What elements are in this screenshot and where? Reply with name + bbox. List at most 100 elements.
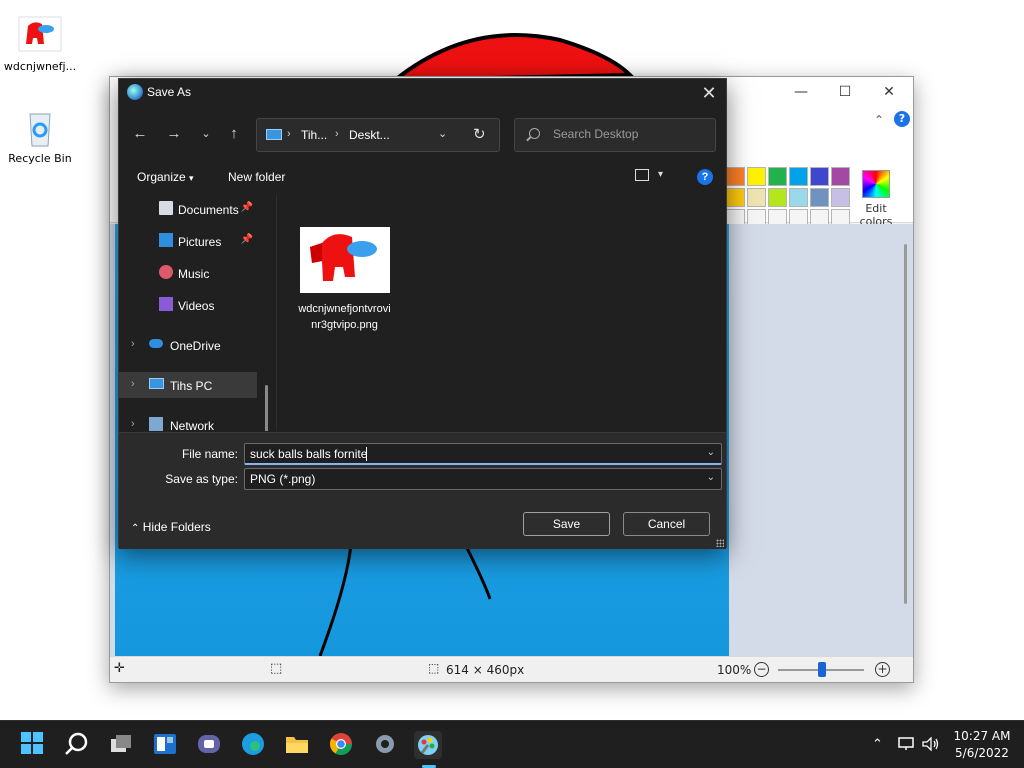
color-swatch[interactable]: [831, 188, 850, 207]
save-as-type-dropdown-icon[interactable]: ⌄: [707, 472, 715, 483]
nav-item-music[interactable]: Music: [119, 260, 257, 286]
file-name-label: File name:: [181, 447, 238, 461]
expand-chevron-icon[interactable]: ›: [131, 338, 135, 350]
breadcrumb-this-pc[interactable]: Tih...: [301, 128, 327, 142]
view-dropdown-icon[interactable]: ▾: [658, 169, 663, 180]
color-swatch[interactable]: [726, 188, 745, 207]
onedrive-cloud-icon: [149, 339, 163, 348]
expand-chevron-icon[interactable]: ›: [131, 378, 135, 390]
search-input[interactable]: [553, 127, 708, 141]
image-dimensions: 614 × 460px: [446, 663, 525, 677]
help-icon[interactable]: ?: [697, 169, 713, 185]
videos-icon: [159, 297, 173, 311]
teams-chat-icon[interactable]: [196, 731, 224, 759]
zoom-slider-thumb[interactable]: [818, 662, 826, 677]
desktop-icon-image-file[interactable]: wdcnjwnefj...: [0, 16, 80, 73]
color-swatch[interactable]: [810, 188, 829, 207]
organize-button[interactable]: Organize ▾: [137, 170, 194, 184]
save-as-type-select[interactable]: PNG (*.png) ⌄: [244, 468, 722, 490]
nav-item-pictures[interactable]: Pictures 📌: [119, 228, 257, 254]
zoom-level: 100%: [717, 663, 752, 677]
up-arrow-icon[interactable]: ↑: [223, 123, 245, 145]
hide-folders-button[interactable]: ⌃ Hide Folders: [131, 520, 211, 534]
edge-browser-icon[interactable]: [240, 731, 268, 759]
desktop-icon-recycle-bin[interactable]: Recycle Bin: [0, 108, 80, 165]
refresh-icon[interactable]: ↻: [473, 125, 486, 143]
address-dropdown-icon[interactable]: ⌄: [438, 127, 447, 140]
show-hidden-icons-chevron-icon[interactable]: ⌃: [872, 737, 883, 752]
desktop-icon-label: Recycle Bin: [8, 152, 72, 165]
nav-item-label: Tihs PC: [170, 379, 213, 393]
paint-app-icon[interactable]: [414, 731, 442, 759]
system-clock[interactable]: 10:27 AM 5/6/2022: [948, 728, 1016, 762]
view-options-icon[interactable]: [635, 169, 649, 181]
chevron-up-icon: ⌃: [131, 523, 140, 534]
file-explorer-icon[interactable]: [284, 731, 312, 759]
edit-colors-button[interactable]: Edit colors: [854, 167, 898, 228]
chrome-browser-icon[interactable]: [328, 731, 356, 759]
back-arrow-icon[interactable]: ←: [129, 123, 151, 145]
task-view-icon[interactable]: [108, 731, 136, 759]
file-name-value: suck balls balls fornite: [250, 447, 368, 461]
color-swatch[interactable]: [810, 167, 829, 186]
desktop-icon-label: wdcnjwnefj...: [3, 60, 77, 73]
color-swatch[interactable]: [726, 167, 745, 186]
command-bar: Organize ▾ New folder ▾ ?: [119, 163, 726, 191]
color-swatch[interactable]: [789, 167, 808, 186]
color-swatch[interactable]: [789, 188, 808, 207]
recent-locations-chevron-icon[interactable]: ⌄: [195, 123, 217, 145]
nav-item-this-pc[interactable]: › Tihs PC: [119, 372, 257, 398]
settings-gear-icon[interactable]: [372, 731, 400, 759]
nav-item-documents[interactable]: Documents 📌: [119, 196, 257, 222]
close-button[interactable]: ✕: [874, 81, 904, 103]
maximize-button[interactable]: ☐: [830, 81, 860, 103]
nav-item-videos[interactable]: Videos: [119, 292, 257, 318]
color-swatch[interactable]: [768, 188, 787, 207]
desktop: wdcnjwnefj... Recycle Bin — ☐ ✕ ⌃ ? Edit…: [0, 0, 1024, 720]
expand-chevron-icon[interactable]: ›: [131, 418, 135, 430]
nav-item-label: OneDrive: [170, 339, 221, 353]
zoom-out-button[interactable]: −: [754, 662, 769, 677]
search-box[interactable]: [514, 118, 716, 152]
organize-label: Organize: [137, 170, 186, 184]
minimize-button[interactable]: —: [786, 81, 816, 103]
address-bar[interactable]: › Tih... › Deskt... ⌄ ↻: [256, 118, 500, 152]
save-as-type-value: PNG (*.png): [250, 472, 316, 486]
vertical-scrollbar[interactable]: [904, 244, 907, 604]
pictures-icon: [159, 233, 173, 247]
navigation-pane: Documents 📌 Pictures 📌 Music Videos › On…: [119, 195, 269, 431]
nav-item-onedrive[interactable]: › OneDrive: [119, 332, 257, 358]
resize-grip-icon[interactable]: [716, 539, 724, 547]
network-status-icon[interactable]: [898, 737, 914, 755]
search-icon: [529, 128, 540, 139]
file-item[interactable]: wdcnjwnefjontvrovinr3gtvipo.png: [297, 227, 392, 333]
volume-icon[interactable]: [922, 736, 940, 755]
forward-arrow-icon[interactable]: →: [163, 123, 185, 145]
breadcrumb-desktop[interactable]: Deskt...: [349, 128, 390, 142]
network-icon: [149, 417, 163, 431]
color-swatch[interactable]: [831, 167, 850, 186]
cancel-button[interactable]: Cancel: [623, 512, 710, 536]
file-name-input[interactable]: suck balls balls fornite ⌄: [244, 443, 722, 465]
widgets-icon[interactable]: [152, 731, 180, 759]
navigation-pane-scrollbar[interactable]: [265, 385, 268, 431]
save-button[interactable]: Save: [523, 512, 610, 536]
nav-item-label: Documents: [178, 203, 239, 217]
dialog-titlebar: Save As ✕: [119, 79, 726, 107]
this-pc-icon: [149, 378, 164, 389]
nav-item-network[interactable]: › Network: [119, 412, 257, 431]
color-swatch[interactable]: [747, 188, 766, 207]
zoom-in-button[interactable]: +: [875, 662, 890, 677]
search-icon[interactable]: [64, 731, 92, 759]
color-swatch[interactable]: [747, 167, 766, 186]
start-windows-icon[interactable]: [20, 731, 48, 759]
new-folder-button[interactable]: New folder: [228, 170, 285, 184]
color-swatch[interactable]: [768, 167, 787, 186]
close-dialog-button[interactable]: ✕: [696, 80, 722, 106]
clock-time: 10:27 AM: [953, 729, 1011, 743]
help-icon[interactable]: ?: [894, 111, 910, 127]
collapse-ribbon-icon[interactable]: ⌃: [874, 113, 884, 127]
nav-item-label: Pictures: [178, 235, 222, 249]
file-name-dropdown-icon[interactable]: ⌄: [707, 447, 715, 458]
hide-folders-label: Hide Folders: [142, 520, 211, 534]
